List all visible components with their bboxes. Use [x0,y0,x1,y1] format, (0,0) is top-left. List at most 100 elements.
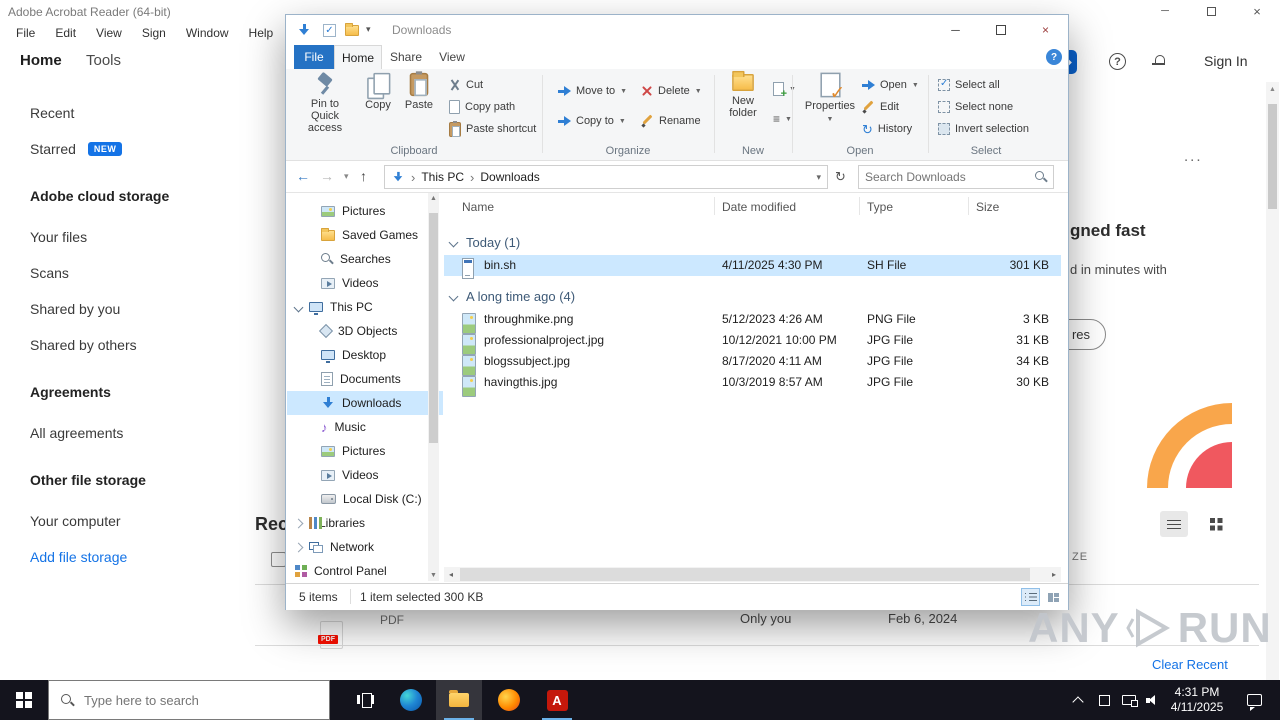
expander-chevron-icon[interactable] [293,518,304,528]
search-box[interactable] [858,165,1054,189]
file-row-havingthis[interactable]: havingthis.jpg 10/3/2019 8:57 AM JPG Fil… [444,372,1061,397]
taskbar-edge-button[interactable] [388,680,434,720]
copy-to-button[interactable]: Copy to ▼ [558,111,626,131]
action-center-button[interactable] [1234,680,1274,720]
copy-path-button[interactable]: Copy path [449,97,515,117]
pin-to-quick-access-button[interactable]: Pin to Quick access [297,71,353,134]
sidebar-item-add-file-storage[interactable]: Add file storage [0,542,228,572]
tray-volume-button[interactable] [1141,680,1165,720]
scroll-left-icon[interactable]: ◂ [444,570,458,579]
forward-button[interactable]: → [320,168,334,184]
nav-scrollbar-down-icon[interactable]: ▼ [430,572,437,579]
horizontal-scrollbar[interactable]: ◂ ▸ [444,567,1061,582]
paste-shortcut-button[interactable]: Paste shortcut [449,119,536,139]
menu-file[interactable]: File [6,26,45,40]
nav-item-network[interactable]: Network [287,535,443,559]
nav-item-searches[interactable]: Searches [287,247,443,271]
column-header-type[interactable]: Type [867,195,893,219]
task-view-button[interactable] [342,680,388,720]
file-row-blogssubject[interactable]: blogssubject.jpg 8/17/2020 4:11 AM JPG F… [444,351,1061,376]
edit-button[interactable]: Edit [862,97,899,117]
group-header-today[interactable]: Today (1) [444,231,520,253]
paste-button[interactable]: Paste [399,71,439,111]
horizontal-scrollbar-thumb[interactable] [460,568,1031,581]
breadcrumb-this-pc[interactable]: This PC [421,170,464,184]
new-folder-button[interactable]: New folder [720,70,766,119]
nav-item-videos-pc[interactable]: Videos [287,463,443,487]
column-divider[interactable] [968,197,969,215]
taskbar-firefox-button[interactable] [486,680,532,720]
menu-view[interactable]: View [86,26,132,40]
nav-item-documents[interactable]: Documents [287,367,443,391]
up-button[interactable]: ↑ [360,168,367,184]
sidebar-item-all-agreements[interactable]: All agreements [0,418,228,448]
column-divider[interactable] [859,197,860,215]
status-thumbnails-view-button[interactable] [1044,588,1063,606]
explorer-close-button[interactable]: × [1023,15,1068,45]
hero-more-options[interactable]: ... [1184,148,1203,165]
file-row-professionalproject[interactable]: professionalproject.jpg 10/12/2021 10:00… [444,330,1061,355]
ribbon-tab-share[interactable]: Share [382,45,430,69]
tab-tools[interactable]: Tools [86,52,121,69]
scrollbar-thumb[interactable] [1268,104,1277,209]
column-header-date-modified[interactable]: Date modified [722,195,796,219]
explorer-minimize-button[interactable]: ─ [933,15,978,45]
address-dropdown-icon[interactable]: ▾ [816,172,821,183]
sign-in-button[interactable]: Sign In [1204,53,1248,69]
easy-access-button[interactable]: ≡ ▼ [773,109,792,129]
list-view-toggle[interactable] [1160,511,1188,537]
sidebar-item-scans[interactable]: Scans [0,258,228,288]
taskbar-clock[interactable]: 4:31 PM 4/11/2025 [1163,680,1231,720]
expander-chevron-icon[interactable] [293,302,304,312]
nav-item-local-disk-c[interactable]: Local Disk (C:) [287,487,443,511]
column-header-size[interactable]: Size [976,195,1049,219]
tray-show-hidden-icons-button[interactable] [1066,680,1090,720]
taskbar-explorer-button[interactable] [436,680,482,720]
nav-item-3d-objects[interactable]: 3D Objects [287,319,443,343]
breadcrumb-bar[interactable]: › This PC › Downloads ▾ [384,165,828,189]
nav-item-videos[interactable]: Videos [287,271,443,295]
ribbon-tab-home[interactable]: Home [334,45,382,69]
grid-view-toggle[interactable] [1202,511,1230,537]
copy-button[interactable]: Copy [359,71,397,111]
nav-scrollbar[interactable]: ▲ ▼ [428,193,439,581]
ribbon-tab-view[interactable]: View [430,45,474,69]
nav-scrollbar-up-icon[interactable]: ▲ [430,195,437,202]
size-column-header-fragment[interactable]: ZE [1072,551,1088,563]
properties-button[interactable]: Properties ▼ [804,71,856,126]
recent-locations-dropdown-icon[interactable]: ▾ [344,171,349,182]
nav-item-pictures-pc[interactable]: Pictures [287,439,443,463]
menu-edit[interactable]: Edit [45,26,86,40]
tray-network-button[interactable] [1117,680,1141,720]
back-button[interactable]: ← [296,168,310,184]
expander-chevron-icon[interactable] [293,542,304,552]
sidebar-item-your-files[interactable]: Your files [0,222,228,252]
rename-button[interactable]: Rename [641,111,701,131]
qat-new-folder-icon[interactable] [345,23,359,36]
nav-item-music[interactable]: ♪ Music [287,415,443,439]
nav-item-desktop[interactable]: Desktop [287,343,443,367]
select-none-button[interactable]: Select none [938,97,1013,117]
select-all-button[interactable]: Select all [938,75,1000,95]
sidebar-item-shared-by-others[interactable]: Shared by others [0,330,228,360]
refresh-icon[interactable]: ↻ [835,169,846,185]
tray-app-icon-button[interactable] [1093,680,1115,720]
nav-item-saved-games[interactable]: Saved Games [287,223,443,247]
cut-button[interactable]: Cut [449,75,483,95]
menu-help[interactable]: Help [239,26,284,40]
scrollbar-up-arrow[interactable]: ▲ [1269,86,1276,93]
ribbon-tab-file[interactable]: File [294,45,334,69]
move-to-button[interactable]: Move to ▼ [558,81,627,101]
notifications-bell-icon[interactable] [1152,55,1165,68]
scroll-right-icon[interactable]: ▸ [1047,570,1061,579]
group-collapse-icon[interactable] [448,291,459,301]
sidebar-item-shared-by-you[interactable]: Shared by you [0,294,228,324]
sidebar-item-your-computer[interactable]: Your computer [0,506,228,536]
nav-item-control-panel[interactable]: Control Panel [287,559,443,583]
status-details-view-button[interactable] [1021,588,1040,606]
open-button[interactable]: Open ▼ [862,75,919,95]
nav-item-libraries[interactable]: Libraries [287,511,443,535]
column-header-name[interactable]: Name [462,195,494,219]
acrobat-minimize-button[interactable]: ─ [1142,0,1188,22]
nav-item-pictures[interactable]: Pictures [287,199,443,223]
